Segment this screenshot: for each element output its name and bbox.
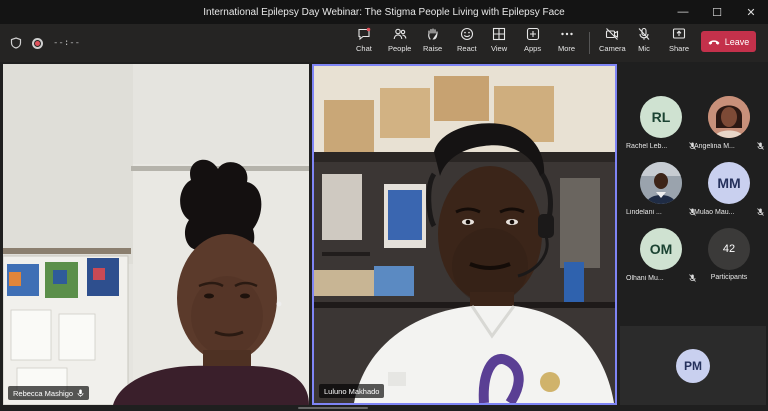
meeting-status: --:-- <box>10 24 80 62</box>
apps-button[interactable]: Apps <box>524 27 541 59</box>
phone-hangup-icon <box>708 39 720 45</box>
avatar: MM <box>708 162 750 204</box>
window-controls: — ☐ ✕ <box>666 0 768 24</box>
more-participants-button[interactable]: 42 Participants <box>694 228 764 292</box>
video-tile-left[interactable]: Rebecca Mashigo <box>3 64 309 405</box>
participants-label: Participants <box>710 274 748 281</box>
people-icon <box>393 28 407 40</box>
mic-off-icon <box>757 142 764 150</box>
participant-card[interactable]: OM Olhani Mu... <box>626 228 696 292</box>
mic-off-icon <box>757 208 764 216</box>
chat-button[interactable]: Chat <box>356 27 372 59</box>
participant-video <box>314 66 615 403</box>
self-view[interactable]: PM <box>620 326 766 405</box>
toolbar-divider <box>589 32 590 54</box>
participant-name: Angelina M... <box>694 142 735 150</box>
participant-name-tag: Luluno Makhado <box>319 384 385 398</box>
mic-button[interactable]: Mic <box>637 27 651 59</box>
leave-button[interactable]: Leave <box>701 31 756 52</box>
participant-name: Lindelani ... <box>626 208 662 216</box>
avatar <box>640 162 682 204</box>
title-bar: International Epilepsy Day Webinar: The … <box>0 0 768 24</box>
share-button[interactable]: Share <box>669 27 689 59</box>
participant-card[interactable]: Lindelani ... <box>626 162 696 226</box>
view-icon <box>493 27 506 41</box>
video-tile-active-speaker[interactable]: Luluno Makhado <box>312 64 617 405</box>
avatar: OM <box>640 228 682 270</box>
raise-hand-icon <box>427 28 438 40</box>
participant-gallery: RL Rachel Leb... Angelina M... Lindelani… <box>620 64 768 324</box>
camera-off-icon <box>606 28 619 40</box>
avatar: RL <box>640 96 682 138</box>
participant-video <box>3 64 309 405</box>
maximize-button[interactable]: ☐ <box>700 0 734 24</box>
window-title: International Epilepsy Day Webinar: The … <box>203 6 565 18</box>
meeting-timer: --:-- <box>53 38 81 48</box>
more-button[interactable]: More <box>558 27 575 59</box>
participant-photo <box>708 96 750 138</box>
participant-name-tag: Rebecca Mashigo <box>8 386 90 400</box>
minimize-button[interactable]: — <box>666 0 700 24</box>
close-window-button[interactable]: ✕ <box>734 0 768 24</box>
more-icon <box>560 32 573 36</box>
participant-photo <box>640 162 682 204</box>
participant-count-badge: 42 <box>708 228 750 270</box>
meeting-toolbar: --:-- Chat People Raise React View Apps … <box>0 24 768 62</box>
participant-name: Luluno Makhado <box>324 386 380 396</box>
participant-name: Mulao Mau... <box>694 208 735 216</box>
participant-name: Olhani Mu... <box>626 274 664 282</box>
mic-off-icon <box>638 27 650 40</box>
scrollbar[interactable] <box>298 407 368 409</box>
avatar: PM <box>676 348 710 383</box>
react-icon <box>460 27 473 41</box>
camera-button[interactable]: Camera <box>599 27 626 59</box>
participant-name: Rebecca Mashigo <box>13 388 74 398</box>
raise-hand-button[interactable]: Raise <box>423 27 442 59</box>
participant-name: Rachel Leb... <box>626 142 668 150</box>
apps-icon <box>526 27 539 41</box>
stage-scroll-area <box>0 405 768 411</box>
participant-card[interactable]: Angelina M... <box>694 96 764 160</box>
view-button[interactable]: View <box>491 27 507 59</box>
avatar <box>708 96 750 138</box>
recording-icon <box>32 37 43 49</box>
people-button[interactable]: People <box>388 27 411 59</box>
mic-icon <box>77 389 84 397</box>
shield-icon[interactable] <box>10 37 22 49</box>
chat-icon <box>358 27 371 41</box>
participant-card[interactable]: MM Mulao Mau... <box>694 162 764 226</box>
share-icon <box>672 28 686 39</box>
participant-card[interactable]: RL Rachel Leb... <box>626 96 696 160</box>
react-button[interactable]: React <box>457 27 477 59</box>
